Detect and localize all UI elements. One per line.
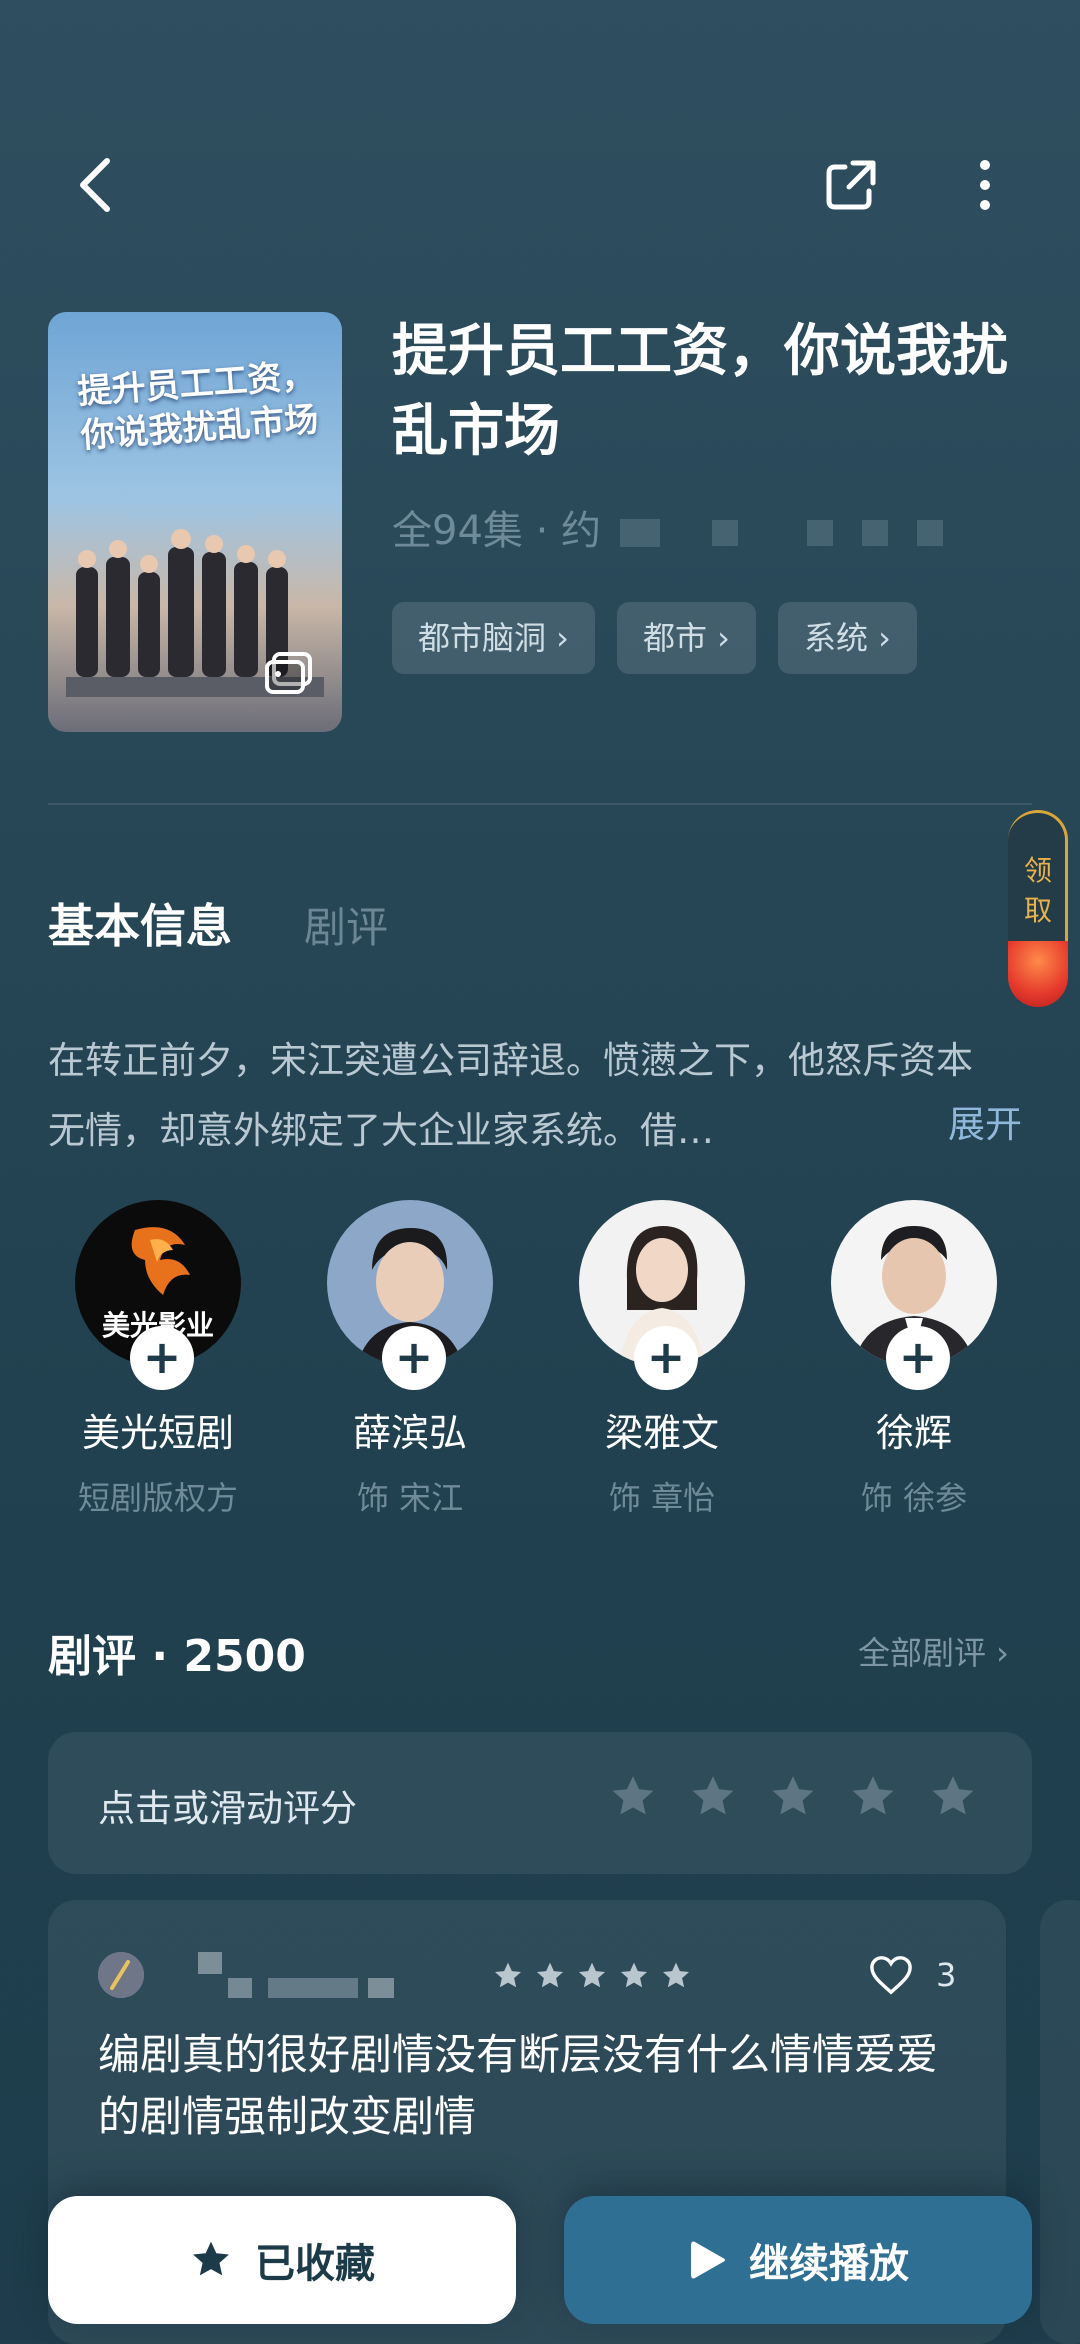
tag-urban[interactable]: 都市 › [616, 602, 756, 674]
cast-item[interactable]: + 徐辉 饰 徐参 [804, 1200, 1024, 1519]
star-icon[interactable] [928, 1772, 978, 1822]
top-bar [0, 140, 1080, 230]
cast-item[interactable]: + 梁雅文 饰 章怡 [552, 1200, 772, 1519]
rating-card[interactable]: 点击或滑动评分 [48, 1732, 1032, 1874]
rating-stars[interactable] [608, 1772, 978, 1822]
star-icon[interactable] [608, 1772, 658, 1822]
cast-name: 美光短剧 [81, 1411, 234, 1455]
tag-system[interactable]: 系统 › [777, 602, 917, 674]
favorite-label: 已收藏 [255, 2241, 375, 2287]
tab-reviews[interactable]: 剧评 [304, 894, 388, 955]
follow-plus-button[interactable]: + [634, 1326, 698, 1390]
red-envelope-icon [1008, 941, 1068, 1007]
like-count: 3 [936, 1956, 957, 1994]
next-comment-card[interactable] [1040, 1900, 1080, 2344]
star-icon [494, 1962, 522, 1988]
cast-role: 饰 宋江 [356, 1479, 464, 1517]
share-button[interactable] [806, 140, 896, 230]
chevron-left-icon [80, 158, 110, 212]
play-icon [691, 2241, 725, 2279]
star-filled-icon [193, 2241, 229, 2276]
rate-prompt: 点击或滑动评分 [98, 1787, 357, 1830]
reward-label: 领取 [1023, 854, 1052, 927]
cast-name: 徐辉 [875, 1411, 952, 1455]
drama-title: 提升员工工资，你说我扰乱市场 [392, 319, 1008, 464]
blurred-username [198, 1952, 394, 1998]
like-button[interactable]: 3 [868, 1954, 956, 1996]
genre-tags: 都市脑洞 › 都市 › 系统 › [392, 602, 917, 674]
favorite-button[interactable]: 已收藏 [48, 2196, 516, 2324]
comment-rating [492, 1960, 692, 1992]
blurred-text [861, 520, 888, 546]
blurred-text [619, 519, 660, 547]
star-icon[interactable] [848, 1772, 898, 1822]
all-reviews-link[interactable]: 全部剧评 › [858, 1628, 1009, 1674]
play-label: 继续播放 [749, 2241, 909, 2287]
follow-plus-button[interactable]: + [130, 1326, 194, 1390]
blurred-text [916, 520, 943, 546]
expand-link[interactable]: 展开 [948, 1094, 1022, 1148]
cast-role: 饰 章怡 [608, 1479, 716, 1517]
cast-list: 美光影业 + 美光短剧 短剧版权方 + 薛滨弘 饰 宋江 + 梁雅文 饰 章 [48, 1200, 1032, 1540]
detail-tabs: 基本信息 剧评 [48, 890, 388, 956]
star-icon [578, 1962, 606, 1988]
avatar-sketch-icon [98, 1952, 144, 1998]
cast-role: 短剧版权方 [77, 1479, 238, 1517]
cast-name: 梁雅文 [604, 1411, 719, 1455]
cast-role: 饰 徐参 [860, 1479, 968, 1517]
star-icon [662, 1962, 690, 1988]
follow-plus-button[interactable]: + [886, 1326, 950, 1390]
star-icon [536, 1962, 564, 1988]
reward-widget[interactable]: 领取 [1008, 810, 1068, 1007]
section-divider [48, 803, 1032, 805]
blurred-text [712, 520, 739, 546]
cast-name: 薛滨弘 [352, 1411, 467, 1455]
star-icon[interactable] [688, 1772, 738, 1822]
share-out-icon [826, 160, 876, 210]
star-icon [620, 1962, 648, 1988]
poster-image[interactable]: 提升员工工资，你说我扰乱市场 [48, 312, 342, 732]
tab-basic-info[interactable]: 基本信息 [48, 890, 232, 956]
commenter-avatar [98, 1952, 144, 1998]
poster-title: 提升员工工资，你说我扰乱市场 [76, 355, 320, 457]
cast-item[interactable]: 美光影业 + 美光短剧 短剧版权方 [48, 1200, 268, 1519]
tag-urban-fantasy[interactable]: 都市脑洞 › [392, 602, 595, 674]
follow-plus-button[interactable]: + [382, 1326, 446, 1390]
episode-info: 全94集 · 约 [392, 498, 943, 556]
gallery-icon [265, 652, 312, 694]
blurred-text [807, 520, 834, 546]
synopsis-text: 在转正前夕，宋江突遭公司辞退。愤懑之下，他怒斥资本无情，却意外绑定了大企业家系统… [48, 1039, 973, 1152]
continue-play-button[interactable]: 继续播放 [564, 2196, 1032, 2324]
cast-item[interactable]: + 薛滨弘 饰 宋江 [300, 1200, 520, 1519]
star-icon[interactable] [768, 1772, 818, 1822]
more-button[interactable] [940, 140, 1030, 230]
reviews-heading: 剧评 · 2500 [48, 1631, 306, 1682]
episode-count: 全94集 · 约 [392, 508, 602, 554]
comment-text: 编剧真的很好剧情没有断层没有什么情情爱爱的剧情强制改变剧情 [98, 2030, 939, 2141]
more-vertical-icon [980, 160, 990, 210]
heart-icon [870, 1956, 912, 1995]
back-button[interactable] [50, 140, 140, 230]
